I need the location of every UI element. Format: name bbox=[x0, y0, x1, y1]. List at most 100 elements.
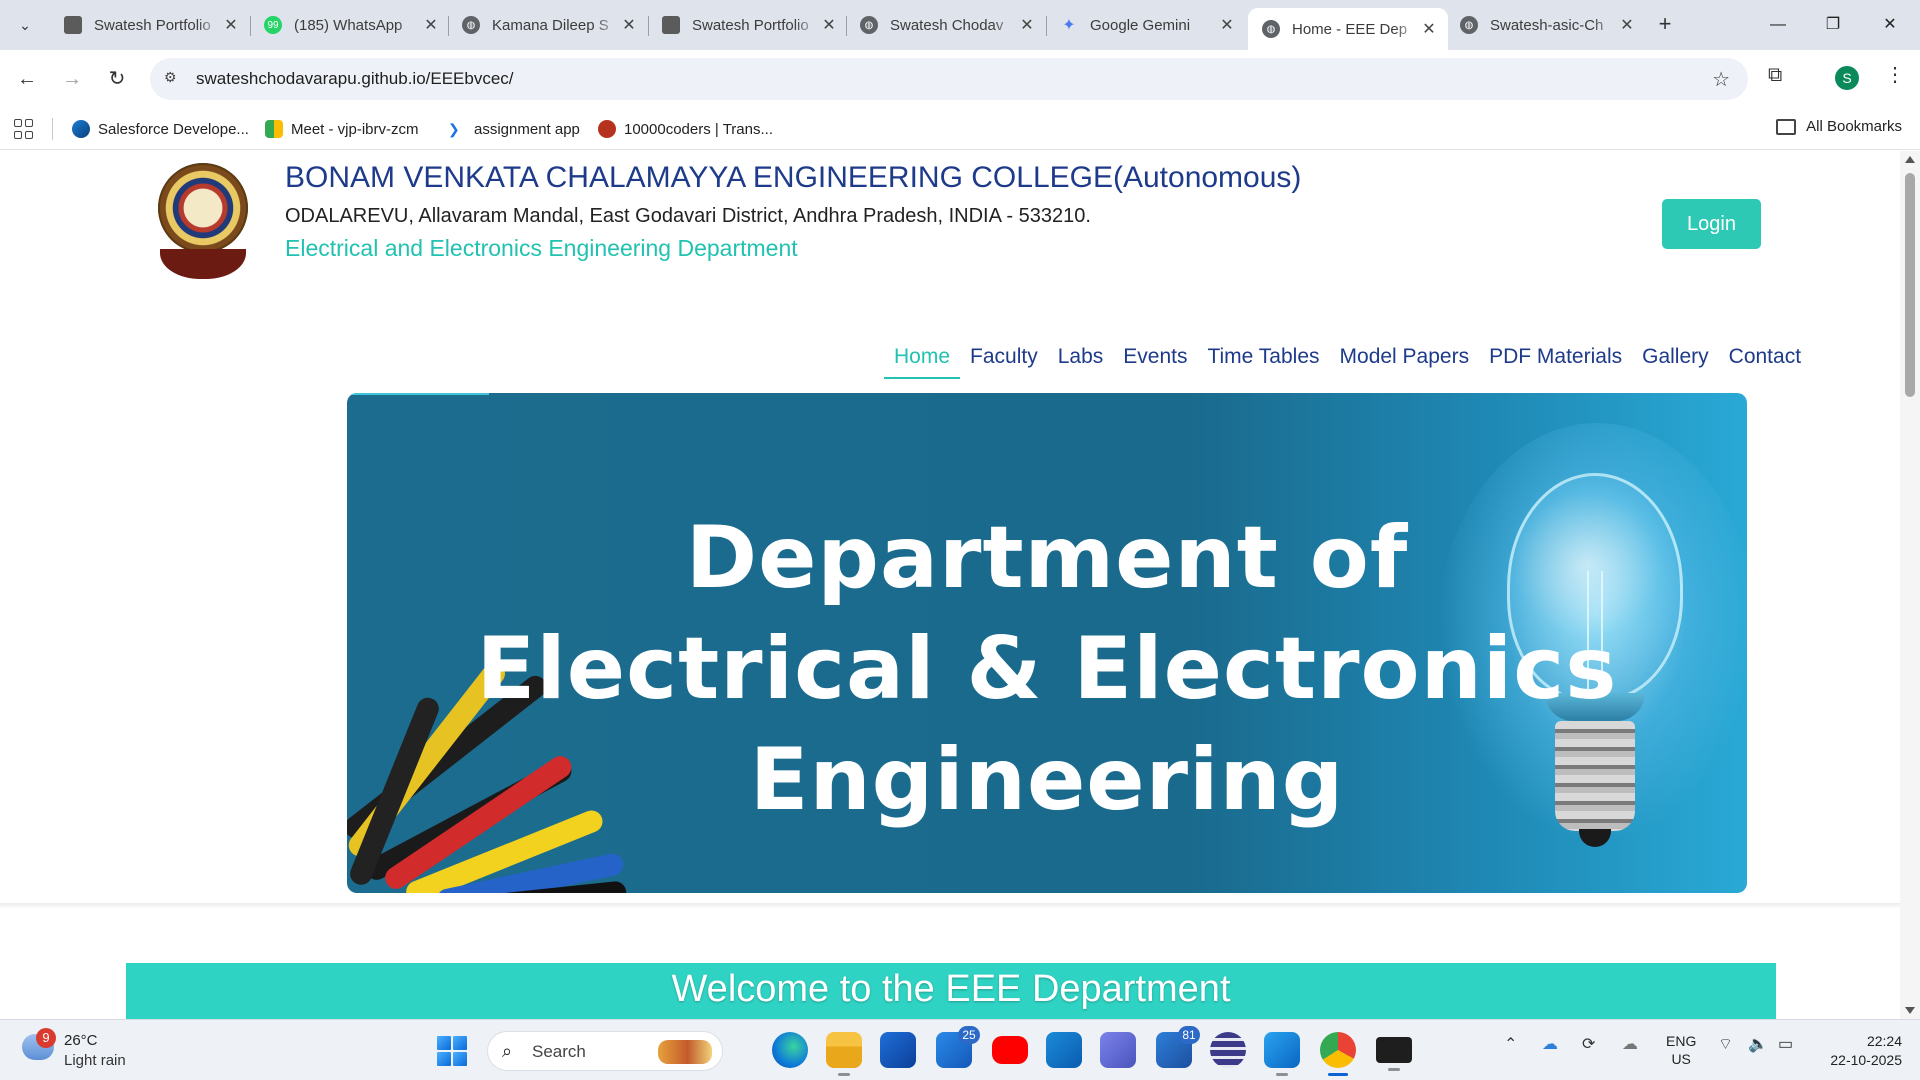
browser-toolbar: ← → ↻ ⚙ swateshchodavarapu.github.io/EEE… bbox=[0, 50, 1920, 108]
battery-icon[interactable]: ▭ bbox=[1778, 1034, 1793, 1054]
reload-button[interactable]: ↻ bbox=[102, 64, 132, 94]
url-text[interactable]: swateshchodavarapu.github.io/EEEbvcec/ bbox=[196, 69, 514, 89]
tab-title: Swatesh Portfolio bbox=[692, 16, 809, 34]
file-explorer-icon[interactable] bbox=[826, 1032, 862, 1076]
search-label: Search bbox=[532, 1042, 586, 1061]
vscode-icon[interactable] bbox=[1264, 1032, 1300, 1076]
close-tab-icon[interactable]: ✕ bbox=[1420, 19, 1438, 39]
nav-gallery[interactable]: Gallery bbox=[1632, 339, 1719, 379]
address-bar[interactable]: ⚙ swateshchodavarapu.github.io/EEEbvcec/… bbox=[150, 58, 1748, 100]
store-icon[interactable] bbox=[880, 1032, 916, 1068]
close-tab-icon[interactable]: ✕ bbox=[1018, 15, 1036, 35]
tab-3[interactable]: ◍ Kamana Dileep S ✕ bbox=[448, 8, 648, 42]
close-icon: ✕ bbox=[1883, 16, 1897, 33]
scroll-thumb[interactable] bbox=[1905, 173, 1915, 397]
nav-faculty[interactable]: Faculty bbox=[960, 339, 1048, 379]
microsoft-store-icon[interactable]: 81 bbox=[1156, 1026, 1200, 1068]
weather-description: Light rain bbox=[64, 1052, 126, 1069]
new-tab-button[interactable]: + bbox=[1652, 12, 1678, 38]
bookmark-10000coders[interactable]: 10000coders | Trans... bbox=[598, 118, 773, 140]
nav-time-tables[interactable]: Time Tables bbox=[1197, 339, 1329, 379]
nav-pdf-materials[interactable]: PDF Materials bbox=[1479, 339, 1632, 379]
page-scrollbar[interactable] bbox=[1900, 151, 1920, 1019]
tab-4[interactable]: Swatesh Portfolio ✕ bbox=[648, 8, 848, 42]
tab-1[interactable]: Swatesh Portfolio ✕ bbox=[50, 8, 250, 42]
globe-icon: ◍ bbox=[1262, 20, 1280, 38]
close-tab-icon[interactable]: ✕ bbox=[1218, 15, 1236, 35]
tab-6[interactable]: ✦ Google Gemini ✕ bbox=[1046, 8, 1246, 42]
bookmark-salesforce[interactable]: Salesforce Develope... bbox=[72, 118, 249, 140]
profile-avatar[interactable]: S bbox=[1835, 66, 1859, 90]
tab-title: Swatesh-asic-Ch bbox=[1490, 16, 1604, 34]
close-window-button[interactable]: ✕ bbox=[1870, 10, 1910, 40]
volume-icon[interactable]: 🔈 bbox=[1748, 1034, 1768, 1054]
region-code: US bbox=[1671, 1051, 1691, 1067]
chevron-up-icon[interactable]: ⌃ bbox=[1504, 1034, 1517, 1054]
windows-start-icon[interactable] bbox=[437, 1036, 467, 1066]
close-tab-icon[interactable]: ✕ bbox=[222, 15, 240, 35]
tab-search-button[interactable]: ⌄ bbox=[12, 12, 38, 38]
restore-icon: ❐ bbox=[1825, 16, 1841, 33]
close-tab-icon[interactable]: ✕ bbox=[422, 15, 440, 35]
tab-8[interactable]: ◍ Swatesh-asic-Ch ✕ bbox=[1446, 8, 1646, 42]
nav-contact[interactable]: Contact bbox=[1719, 339, 1811, 379]
bookmark-meet[interactable]: Meet - vjp-ibrv-zcm bbox=[265, 118, 419, 140]
tab-7-active[interactable]: ◍ Home - EEE Dep ✕ bbox=[1248, 8, 1448, 50]
app-icon: ❯ bbox=[448, 121, 460, 137]
taskbar-search[interactable]: ⌕ Search bbox=[487, 1031, 723, 1071]
nav-model-papers[interactable]: Model Papers bbox=[1330, 339, 1480, 379]
teams-icon[interactable] bbox=[1100, 1032, 1136, 1068]
weather-badge: 9 bbox=[36, 1028, 56, 1048]
bookmark-assignment-app[interactable]: ❯ assignment app bbox=[448, 118, 580, 140]
clock-date: 22-10-2025 bbox=[1830, 1052, 1902, 1068]
bookmark-label: assignment app bbox=[474, 120, 580, 138]
nav-home[interactable]: Home bbox=[884, 339, 961, 379]
eclipse-icon[interactable] bbox=[1210, 1032, 1246, 1068]
onedrive-icon[interactable]: ☁ bbox=[1542, 1034, 1558, 1054]
scroll-up-arrow-icon[interactable] bbox=[1905, 156, 1915, 163]
weather-widget[interactable]: 9 26°C Light rain bbox=[22, 1028, 142, 1072]
folder-icon bbox=[1776, 118, 1797, 135]
nav-events[interactable]: Events bbox=[1113, 339, 1197, 379]
web-page: BONAM VENKATA CHALAMAYYA ENGINEERING COL… bbox=[0, 151, 1900, 1019]
edge-icon[interactable] bbox=[772, 1032, 808, 1068]
terminal-icon[interactable] bbox=[1376, 1037, 1412, 1071]
close-tab-icon[interactable]: ✕ bbox=[820, 15, 838, 35]
minimize-button[interactable]: — bbox=[1758, 10, 1798, 40]
extensions-icon[interactable]: ⧉ bbox=[1768, 64, 1782, 87]
youtube-icon[interactable] bbox=[992, 1036, 1028, 1064]
scroll-down-arrow-icon[interactable] bbox=[1905, 1007, 1915, 1014]
nav-labs[interactable]: Labs bbox=[1048, 339, 1114, 379]
bookmark-label: 10000coders | Trans... bbox=[624, 120, 773, 138]
more-menu-icon[interactable]: ⋮ bbox=[1885, 62, 1905, 87]
cloud-icon[interactable]: ☁ bbox=[1622, 1034, 1638, 1054]
mail-icon[interactable]: 25 bbox=[936, 1026, 980, 1068]
main-nav: Home Faculty Labs Events Time Tables Mod… bbox=[884, 339, 1811, 379]
bookmark-label: Meet - vjp-ibrv-zcm bbox=[291, 120, 419, 138]
hero-banner: Department of Electrical & Electronics E… bbox=[347, 393, 1747, 893]
tab-title: Swatesh Portfolio bbox=[94, 16, 211, 34]
close-tab-icon[interactable]: ✕ bbox=[1618, 15, 1636, 35]
forward-button[interactable]: → bbox=[57, 64, 87, 94]
login-button[interactable]: Login bbox=[1662, 199, 1761, 249]
sync-icon[interactable]: ⟳ bbox=[1582, 1034, 1595, 1054]
tab-2[interactable]: 99 (185) WhatsApp ✕ bbox=[250, 8, 450, 42]
close-tab-icon[interactable]: ✕ bbox=[620, 15, 638, 35]
outlook-icon[interactable] bbox=[1046, 1032, 1082, 1068]
banner-line-3: Engineering bbox=[749, 730, 1345, 830]
site-settings-icon[interactable]: ⚙ bbox=[164, 69, 184, 89]
search-icon: ⌕ bbox=[502, 1041, 513, 1061]
back-button[interactable]: ← bbox=[12, 64, 42, 94]
wifi-icon[interactable]: ⌔ bbox=[1718, 1034, 1733, 1054]
bookmark-star-icon[interactable]: ☆ bbox=[1712, 67, 1730, 92]
restore-button[interactable]: ❐ bbox=[1813, 10, 1853, 40]
chrome-icon[interactable] bbox=[1320, 1032, 1356, 1076]
all-bookmarks-button[interactable]: All Bookmarks bbox=[1776, 118, 1902, 135]
language-indicator[interactable]: ENG US bbox=[1666, 1032, 1696, 1068]
system-clock[interactable]: 22:24 22-10-2025 bbox=[1816, 1032, 1902, 1070]
apps-grid-icon[interactable] bbox=[14, 119, 34, 139]
globe-icon: ◍ bbox=[860, 16, 878, 34]
tab-5[interactable]: ◍ Swatesh Chodav ✕ bbox=[846, 8, 1046, 42]
meet-icon bbox=[265, 120, 283, 138]
banner-accent-line bbox=[347, 393, 489, 395]
